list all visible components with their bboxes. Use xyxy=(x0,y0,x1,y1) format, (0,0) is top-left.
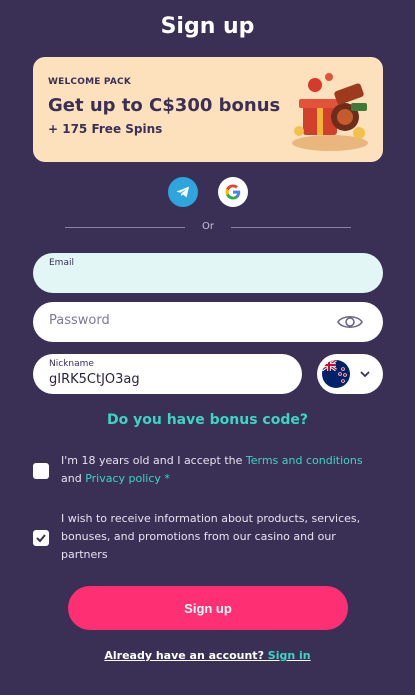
password-field[interactable]: Password xyxy=(33,302,383,342)
page-title: Sign up xyxy=(160,14,255,39)
country-selector[interactable] xyxy=(317,354,383,394)
banner-subtitle: + 175 Free Spins xyxy=(48,122,163,136)
welcome-pack-banner[interactable]: WELCOME PACK Get up to C$300 bonus + 175… xyxy=(33,57,383,162)
age-terms-text: I'm 18 years old and I accept the Terms … xyxy=(61,452,381,488)
signin-prompt-text: Already have an account? xyxy=(104,649,268,662)
password-placeholder: Password xyxy=(49,313,110,328)
email-label: Email xyxy=(49,258,74,268)
signin-link[interactable]: Sign in xyxy=(268,649,311,662)
or-divider: Or xyxy=(65,221,351,235)
telegram-icon xyxy=(176,186,189,198)
age-terms-checkbox[interactable] xyxy=(33,463,49,479)
signin-prompt: Already have an account? Sign in xyxy=(0,649,415,662)
age-terms-and: and xyxy=(61,472,86,485)
terms-link[interactable]: Terms and conditions xyxy=(246,454,363,467)
checkmark-icon xyxy=(36,534,46,543)
email-field[interactable]: Email xyxy=(33,253,383,293)
nickname-value[interactable]: gIRK5CtJO3ag xyxy=(49,372,140,387)
marketing-checkbox[interactable] xyxy=(33,530,49,546)
bonus-code-link[interactable]: Do you have bonus code? xyxy=(0,412,415,428)
banner-headline: Get up to C$300 bonus xyxy=(48,95,281,116)
divider-line-right xyxy=(231,227,351,228)
banner-kicker: WELCOME PACK xyxy=(48,77,132,87)
nickname-label: Nickname xyxy=(49,359,94,369)
privacy-policy-link[interactable]: Privacy policy * xyxy=(85,472,170,485)
chevron-down-icon xyxy=(360,371,370,378)
google-icon xyxy=(225,184,241,200)
new-zealand-flag-icon xyxy=(322,360,350,388)
age-terms-prefix: I'm 18 years old and I accept the xyxy=(61,454,246,467)
signup-button[interactable]: Sign up xyxy=(68,586,348,630)
telegram-login-button[interactable] xyxy=(168,177,198,207)
prize-pile-illustration xyxy=(292,73,368,151)
google-login-button[interactable] xyxy=(218,177,248,207)
show-password-eye-icon[interactable] xyxy=(337,313,363,331)
nickname-field[interactable]: Nickname gIRK5CtJO3ag xyxy=(33,354,302,394)
marketing-consent-text: I wish to receive information about prod… xyxy=(61,512,361,561)
